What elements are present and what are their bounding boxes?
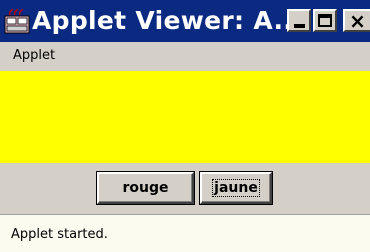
menu-bar: Applet: [0, 42, 370, 69]
applet-color-panel: [0, 71, 370, 163]
maximize-button[interactable]: [313, 9, 337, 32]
status-text: Applet started.: [11, 227, 108, 242]
java-applet-icon[interactable]: [4, 8, 30, 34]
jaune-button[interactable]: jaune: [199, 171, 273, 205]
minimize-button[interactable]: [287, 9, 311, 32]
maximize-icon: [318, 14, 332, 27]
applet-button-row: rouge jaune: [0, 163, 370, 210]
close-icon: ×: [349, 8, 366, 33]
status-bar: Applet started.: [0, 214, 370, 252]
rouge-button-label: rouge: [122, 180, 169, 196]
title-bar[interactable]: Applet Viewer: A... ×: [0, 0, 370, 42]
window-title: Applet Viewer: A...: [32, 6, 303, 35]
applet-viewer-window: Applet Viewer: A... × Applet rouge jaune…: [0, 0, 370, 252]
jaune-button-label: jaune: [212, 179, 260, 197]
close-button[interactable]: ×: [343, 9, 370, 32]
rouge-button[interactable]: rouge: [96, 171, 195, 205]
menu-applet[interactable]: Applet: [13, 48, 55, 63]
minimize-icon: [293, 23, 305, 28]
